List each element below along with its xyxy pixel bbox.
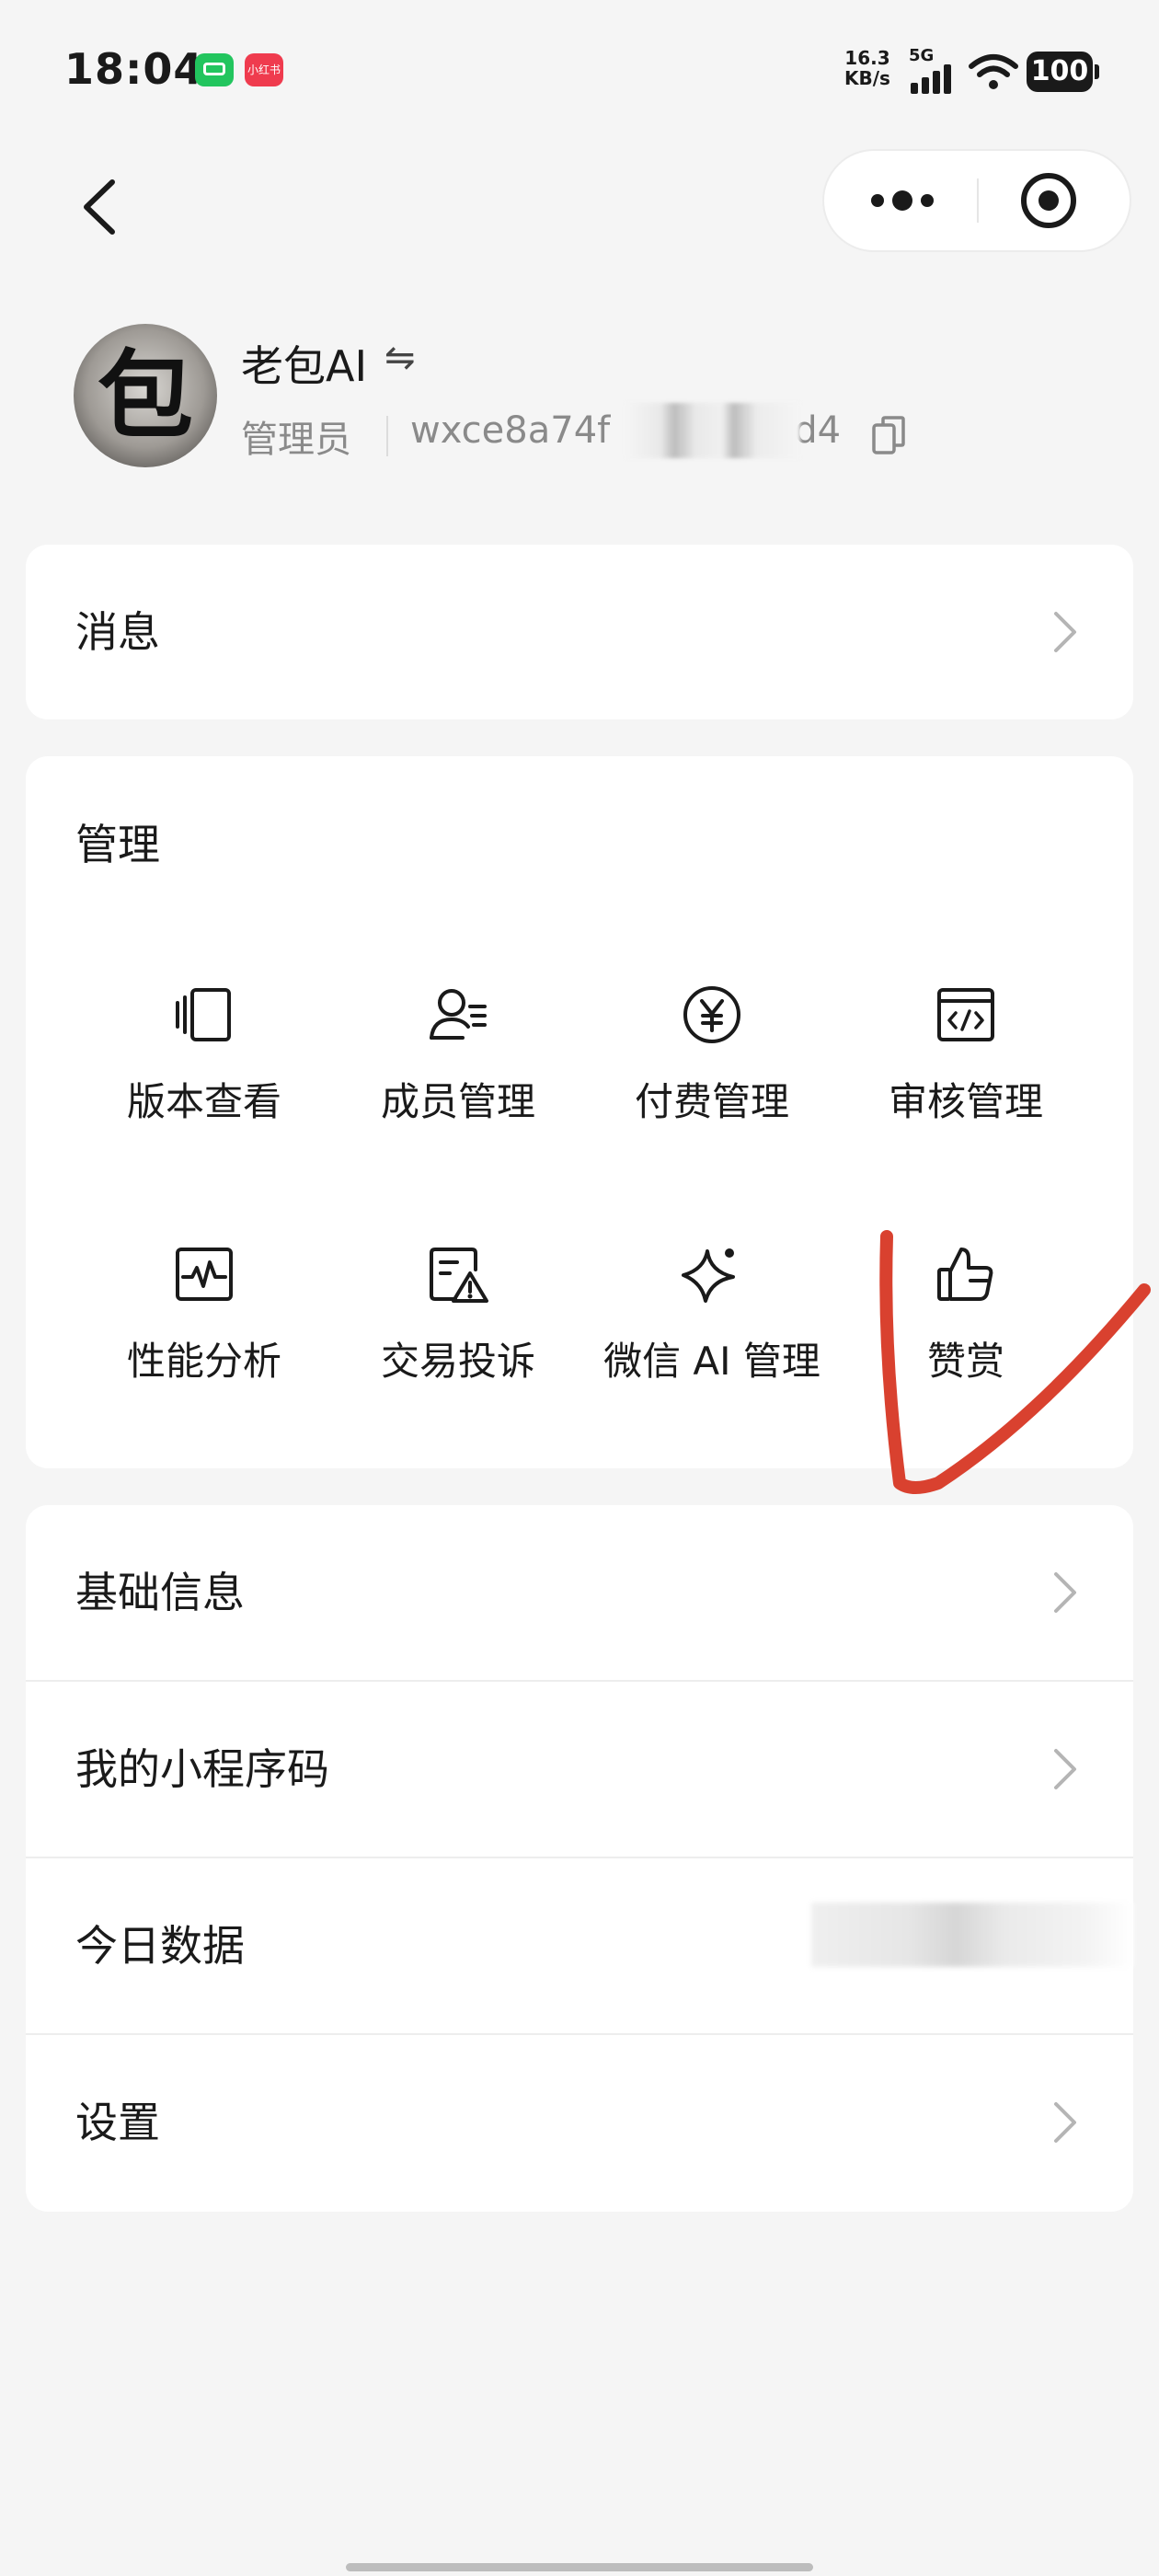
settings-label: 设置 (75, 2098, 160, 2147)
grid-item-label: 付费管理 (634, 1079, 789, 1124)
app-id-head: wxce8a74f (410, 409, 611, 452)
grid-item-label: 成员管理 (380, 1079, 535, 1124)
grid-item-appreciation[interactable]: 赞赏 (839, 1242, 1093, 1398)
copy-icon[interactable] (870, 414, 907, 456)
network-speed: 16.3 KB/s (844, 48, 890, 88)
grid-item-label: 版本查看 (126, 1079, 281, 1124)
app-id-tail: d4 (794, 409, 842, 452)
signal-bars-icon (911, 63, 955, 94)
messages-row[interactable]: 消息 (26, 545, 1133, 719)
status-time: 18:04 (64, 44, 204, 94)
grid-item-versions[interactable]: 版本查看 (77, 983, 331, 1139)
profile-divider (386, 416, 388, 456)
grid-item-label: 性能分析 (126, 1339, 281, 1384)
grid-item-members[interactable]: 成员管理 (331, 983, 585, 1139)
mini-program-code-row[interactable]: 我的小程序码 (26, 1682, 1133, 1858)
network-speed-unit: KB/s (844, 67, 890, 89)
chevron-right-icon (1054, 1572, 1076, 1613)
battery-indicator: 100 (1027, 52, 1099, 92)
messages-card: 消息 (26, 545, 1133, 719)
basic-info-label: 基础信息 (75, 1568, 245, 1617)
today-data-label: 今日数据 (75, 1921, 245, 1971)
settings-row[interactable]: 设置 (26, 2035, 1133, 2212)
xiaohongshu-app-icon: 小红书 (245, 53, 283, 86)
yen-icon (683, 986, 740, 1043)
grid-item-label: 赞赏 (926, 1339, 1004, 1384)
message-app-icon (195, 53, 234, 86)
status-bar: 18:04 小红书 16.3 KB/s 5G 100 (0, 0, 1159, 138)
versions-icon (176, 988, 231, 1041)
grid-item-complaint[interactable]: 交易投诉 (331, 1242, 585, 1398)
account-role: 管理员 (241, 419, 351, 461)
wifi-icon (969, 54, 1018, 89)
sparkle-icon (682, 1248, 735, 1303)
chevron-right-icon (1054, 2102, 1076, 2143)
grid-item-wechat-ai[interactable]: 微信 AI 管理 (585, 1242, 839, 1398)
messages-label: 消息 (75, 607, 160, 657)
mini-program-code-label: 我的小程序码 (75, 1744, 329, 1794)
account-name: 老包AI (241, 341, 368, 391)
management-card: 管理 版本查看 成员管理 付费管理 审核管理 性能分析 交易投诉 微信 AI 管… (26, 756, 1133, 1468)
mini-program-capsule (822, 149, 1131, 252)
switch-account-icon[interactable]: ⇋ (384, 337, 416, 379)
avatar-glyph: 包 (97, 339, 193, 452)
redaction-blur (625, 403, 800, 458)
grid-item-review[interactable]: 审核管理 (839, 983, 1093, 1139)
grid-item-label: 审核管理 (888, 1079, 1043, 1124)
avatar[interactable]: 包 (74, 324, 217, 467)
complaint-icon (430, 1248, 488, 1303)
chevron-right-icon (1054, 1749, 1076, 1789)
today-data-row[interactable]: 今日数据 (26, 1858, 1133, 2035)
back-chevron-icon[interactable] (74, 175, 129, 239)
grid-item-performance[interactable]: 性能分析 (77, 1242, 331, 1398)
basic-info-row[interactable]: 基础信息 (26, 1505, 1133, 1682)
more-options-icon[interactable] (824, 151, 977, 250)
grid-item-label: 交易投诉 (380, 1339, 535, 1384)
redaction-blur (811, 1903, 1133, 1967)
code-review-icon (937, 988, 994, 1041)
chevron-right-icon (1054, 612, 1076, 652)
performance-icon (176, 1248, 233, 1301)
network-speed-value: 16.3 (844, 47, 890, 69)
members-icon (430, 989, 487, 1040)
thumbs-up-icon (937, 1248, 993, 1301)
info-list-card: 基础信息 我的小程序码 今日数据 设置 (26, 1505, 1133, 2212)
management-title: 管理 (75, 820, 160, 869)
grid-item-label: 微信 AI 管理 (603, 1339, 820, 1384)
close-mini-program-icon[interactable] (979, 151, 1131, 250)
grid-item-payment[interactable]: 付费管理 (585, 983, 839, 1139)
home-indicator (346, 2563, 813, 2571)
